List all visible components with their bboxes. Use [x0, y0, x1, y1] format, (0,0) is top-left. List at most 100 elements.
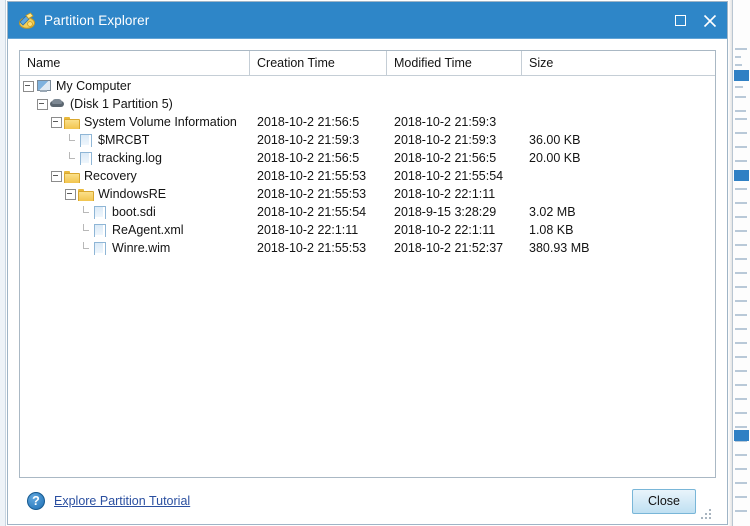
item-label: ReAgent.xml [112, 223, 184, 237]
cell-name: (Disk 1 Partition 5) [20, 97, 250, 111]
background-text-line [735, 342, 747, 344]
tree-collapse-icon[interactable] [64, 188, 77, 201]
cell-name: $MRCBT [20, 133, 250, 147]
close-window-button[interactable] [695, 4, 725, 38]
help-icon[interactable]: ? [27, 492, 45, 510]
column-header-creation-time[interactable]: Creation Time [250, 51, 387, 75]
background-text-line [735, 132, 747, 134]
background-text-line [735, 300, 747, 302]
table-row[interactable]: Winre.wim 2018-10-2 21:55:53 2018-10-2 21:… [20, 239, 715, 257]
background-text-line [735, 328, 747, 330]
folder-icon [64, 169, 80, 183]
cell-size: 1.08 KB [529, 223, 574, 237]
item-label: My Computer [56, 79, 132, 93]
cell-creation-time: 2018-10-2 22:1:11 [257, 223, 359, 237]
background-text-line [735, 96, 746, 98]
background-text-line [735, 356, 747, 358]
file-icon [92, 241, 107, 255]
table-row[interactable]: tracking.log 2018-10-2 21:56:5 2018-10-2 2… [20, 149, 715, 167]
background-text-line [735, 110, 746, 112]
background-highlight-block [734, 430, 749, 441]
cell-name: tracking.log [20, 151, 250, 165]
tree-guide-line [78, 241, 91, 255]
listview-header: Name Creation Time Modified Time Size [20, 51, 715, 76]
column-header-modified-time[interactable]: Modified Time [387, 51, 522, 75]
item-label: WindowsRE [98, 187, 167, 201]
partition-file-listview[interactable]: Name Creation Time Modified Time Size My… [19, 50, 716, 478]
cell-modified-time: 2018-10-2 21:52:37 [394, 241, 504, 255]
table-row[interactable]: System Volume Information 2018-10-2 21:56… [20, 113, 715, 131]
tree-collapse-icon[interactable] [50, 116, 63, 129]
item-label: (Disk 1 Partition 5) [70, 97, 173, 111]
cell-size: 380.93 MB [529, 241, 590, 255]
background-text-line [735, 510, 747, 512]
folder-icon [64, 115, 80, 129]
background-text-line [735, 384, 747, 386]
table-row[interactable]: WindowsRE 2018-10-2 21:55:53 2018-10-2 22:… [20, 185, 715, 203]
explore-partition-tutorial-link[interactable]: Explore Partition Tutorial [54, 494, 190, 508]
background-text-line [735, 146, 747, 148]
cell-name: WindowsRE [20, 187, 250, 201]
cell-creation-time: 2018-10-2 21:55:54 [257, 205, 367, 219]
background-text-line [735, 118, 747, 120]
background-text-line [735, 412, 747, 414]
table-row[interactable]: ReAgent.xml 2018-10-2 22:1:11 2018-10-2 22… [20, 221, 715, 239]
background-text-line [735, 216, 747, 218]
cell-modified-time: 2018-9-15 3:28:29 [394, 205, 497, 219]
tree-collapse-icon[interactable] [36, 98, 49, 111]
cell-modified-time: 2018-10-2 21:59:3 [394, 133, 497, 147]
tree-collapse-icon[interactable] [22, 80, 35, 93]
background-text-line [735, 56, 741, 58]
listview-rows: My Computer (Disk 1 Partition 5) System Vo… [20, 76, 715, 477]
item-label: $MRCBT [98, 133, 150, 147]
folder-icon [78, 187, 94, 201]
table-row[interactable]: Recovery 2018-10-2 21:55:53 2018-10-2 21:5… [20, 167, 715, 185]
cell-creation-time: 2018-10-2 21:59:3 [257, 133, 360, 147]
cell-size: 36.00 KB [529, 133, 581, 147]
item-label: Recovery [84, 169, 137, 183]
disk-icon [50, 97, 65, 111]
desktop-left-strip [0, 0, 6, 526]
grip-dot [705, 513, 707, 515]
background-text-line [735, 188, 747, 190]
background-text-line [735, 272, 747, 274]
cell-modified-time: 2018-10-2 21:59:3 [394, 115, 497, 129]
background-text-line [735, 286, 747, 288]
background-highlight-block [734, 170, 749, 181]
cell-modified-time: 2018-10-2 21:55:54 [394, 169, 504, 183]
cell-size: 3.02 MB [529, 205, 576, 219]
tree-guide-line [64, 151, 77, 165]
tree-collapse-icon[interactable] [50, 170, 63, 183]
cell-size: 20.00 KB [529, 151, 581, 165]
cell-modified-time: 2018-10-2 21:56:5 [394, 151, 497, 165]
cell-creation-time: 2018-10-2 21:56:5 [257, 115, 360, 129]
background-text-line [735, 496, 747, 498]
table-row[interactable]: $MRCBT 2018-10-2 21:59:3 2018-10-2 21:59:3… [20, 131, 715, 149]
cell-modified-time: 2018-10-2 22:1:11 [394, 223, 496, 237]
cell-name: Recovery [20, 169, 250, 183]
table-row[interactable]: My Computer [20, 77, 715, 95]
background-text-line [735, 314, 747, 316]
grip-dot [701, 517, 703, 519]
cell-name: boot.sdi [20, 205, 250, 219]
column-header-name[interactable]: Name [20, 51, 250, 75]
title-bar: Partition Explorer [8, 2, 727, 39]
resize-grip[interactable] [701, 509, 713, 521]
background-text-line [735, 482, 747, 484]
file-icon [92, 223, 107, 237]
maximize-button[interactable] [665, 4, 695, 38]
background-text-line [735, 426, 747, 428]
cell-creation-time: 2018-10-2 21:55:53 [257, 241, 367, 255]
close-button[interactable]: Close [632, 488, 696, 514]
window-title: Partition Explorer [44, 13, 150, 28]
file-icon [92, 205, 107, 219]
column-header-size[interactable]: Size [522, 51, 715, 75]
background-text-line [735, 160, 747, 162]
tree-guide-line [78, 223, 91, 237]
background-text-line [735, 454, 747, 456]
cell-modified-time: 2018-10-2 22:1:11 [394, 187, 496, 201]
file-icon [78, 133, 93, 147]
table-row[interactable]: boot.sdi 2018-10-2 21:55:54 2018-9-15 3:28… [20, 203, 715, 221]
table-row[interactable]: (Disk 1 Partition 5) [20, 95, 715, 113]
cell-creation-time: 2018-10-2 21:55:53 [257, 187, 367, 201]
